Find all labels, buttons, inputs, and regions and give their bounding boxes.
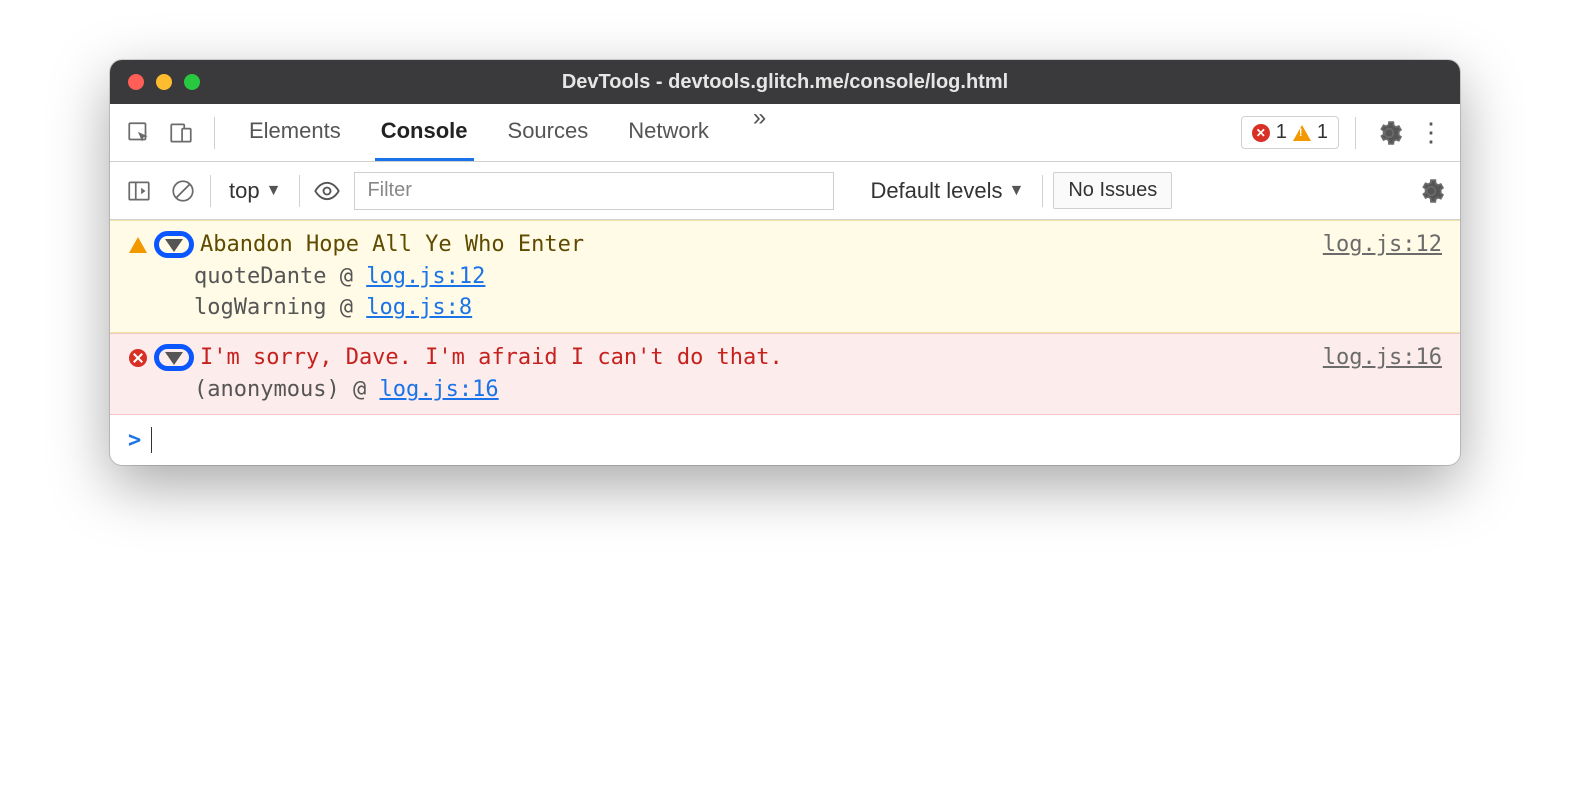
tab-console[interactable]: Console xyxy=(375,104,474,161)
annotation-highlight xyxy=(154,344,194,371)
message-text: I'm sorry, Dave. I'm afraid I can't do t… xyxy=(200,345,783,370)
panel-tabs: Elements Console Sources Network » xyxy=(243,104,776,161)
stack-frame: logWarning @ log.js:8 xyxy=(194,295,1442,320)
issues-button[interactable]: No Issues xyxy=(1053,172,1172,209)
stack-source-link[interactable]: log.js:8 xyxy=(366,295,472,320)
tab-elements[interactable]: Elements xyxy=(243,104,347,161)
tab-network[interactable]: Network xyxy=(622,104,715,161)
console-message-warning: Abandon Hope All Ye Who Enter log.js:12 … xyxy=(110,220,1460,333)
console-log-area: Abandon Hope All Ye Who Enter log.js:12 … xyxy=(110,220,1460,465)
divider xyxy=(1042,175,1043,207)
message-source-link[interactable]: log.js:12 xyxy=(1323,232,1442,257)
console-message-error: I'm sorry, Dave. I'm afraid I can't do t… xyxy=(110,333,1460,415)
warning-icon xyxy=(128,235,148,255)
stack-fn: (anonymous) xyxy=(194,377,340,402)
stack-frame: (anonymous) @ log.js:16 xyxy=(194,377,1442,402)
stack-trace: (anonymous) @ log.js:16 xyxy=(128,371,1442,402)
prompt-caret-icon: > xyxy=(128,428,141,453)
error-icon xyxy=(128,348,148,368)
inspect-element-icon[interactable] xyxy=(122,116,156,150)
disclosure-triangle-icon[interactable] xyxy=(165,352,183,365)
divider xyxy=(1355,117,1356,149)
console-prompt[interactable]: > xyxy=(110,415,1460,465)
divider xyxy=(299,175,300,207)
settings-icon[interactable] xyxy=(1372,116,1406,150)
live-expression-icon[interactable] xyxy=(310,174,344,208)
close-window-button[interactable] xyxy=(128,74,144,90)
main-tabstrip: Elements Console Sources Network » ✕ 1 1… xyxy=(110,104,1460,162)
stack-fn: logWarning xyxy=(194,295,326,320)
log-levels-selector[interactable]: Default levels ▼ xyxy=(862,178,1032,204)
filter-input[interactable] xyxy=(354,172,834,210)
message-source-link[interactable]: log.js:16 xyxy=(1323,345,1442,370)
stack-source-link[interactable]: log.js:12 xyxy=(366,264,485,289)
zoom-window-button[interactable] xyxy=(184,74,200,90)
disclosure-triangle-icon[interactable] xyxy=(165,239,183,252)
clear-console-icon[interactable] xyxy=(166,174,200,208)
text-cursor xyxy=(151,427,152,453)
console-settings-icon[interactable] xyxy=(1414,174,1448,208)
divider xyxy=(214,117,215,149)
stack-trace: quoteDante @ log.js:12 logWarning @ log.… xyxy=(128,258,1442,320)
levels-label: Default levels xyxy=(870,178,1002,204)
message-text: Abandon Hope All Ye Who Enter xyxy=(200,232,584,257)
annotation-highlight xyxy=(154,231,194,258)
stack-fn: quoteDante xyxy=(194,264,326,289)
toggle-sidebar-icon[interactable] xyxy=(122,174,156,208)
stack-source-link[interactable]: log.js:16 xyxy=(379,377,498,402)
window-title: DevTools - devtools.glitch.me/console/lo… xyxy=(110,71,1460,94)
warning-count: 1 xyxy=(1317,121,1328,144)
device-toolbar-icon[interactable] xyxy=(164,116,198,150)
execution-context-selector[interactable]: top ▼ xyxy=(221,178,289,204)
devtools-window: DevTools - devtools.glitch.me/console/lo… xyxy=(110,60,1460,465)
chevron-down-icon: ▼ xyxy=(266,182,282,200)
warning-icon xyxy=(1293,125,1311,141)
window-titlebar: DevTools - devtools.glitch.me/console/lo… xyxy=(110,60,1460,104)
tab-sources[interactable]: Sources xyxy=(502,104,595,161)
divider xyxy=(210,175,211,207)
error-warning-counts[interactable]: ✕ 1 1 xyxy=(1241,116,1339,149)
stack-frame: quoteDante @ log.js:12 xyxy=(194,264,1442,289)
context-label: top xyxy=(229,178,260,204)
error-count: 1 xyxy=(1276,121,1287,144)
console-toolbar: top ▼ Default levels ▼ No Issues xyxy=(110,162,1460,220)
kebab-menu-icon[interactable]: ⋮ xyxy=(1414,116,1448,150)
more-tabs-button[interactable]: » xyxy=(743,104,776,161)
minimize-window-button[interactable] xyxy=(156,74,172,90)
error-icon: ✕ xyxy=(1252,124,1270,142)
traffic-lights xyxy=(128,74,200,90)
chevron-down-icon: ▼ xyxy=(1009,182,1025,200)
